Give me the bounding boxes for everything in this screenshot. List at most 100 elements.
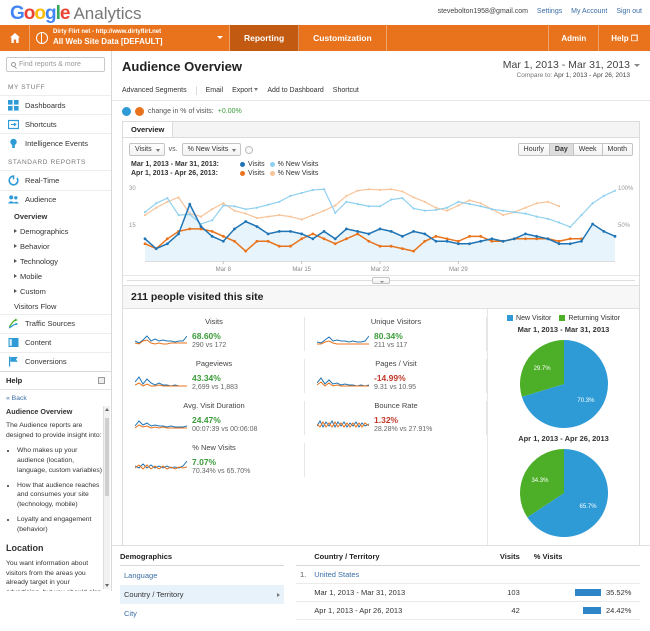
svg-text:100%: 100% bbox=[618, 186, 634, 192]
sidebar-item-conversions[interactable]: Conversions bbox=[0, 351, 111, 371]
scrollbar-thumb[interactable] bbox=[105, 418, 109, 496]
metric-change: 43.34% bbox=[192, 373, 221, 383]
sidebar-item-dashboards[interactable]: Dashboards bbox=[0, 95, 111, 114]
metric-pages-per-visit[interactable]: Pages / Visit -14.99% 9.31 vs 10.95 bbox=[305, 359, 487, 401]
metrics-row: Avg. Visit Duration 24.47% 00:07:39 vs 0… bbox=[123, 401, 487, 443]
sidebar-item-shortcuts[interactable]: Shortcuts bbox=[0, 114, 111, 133]
sparkline-icon bbox=[317, 335, 369, 345]
scroll-down-icon[interactable] bbox=[105, 584, 109, 587]
metric-percent-new-visits[interactable]: % New Visits 7.07% 70.34% vs 65.70% bbox=[123, 443, 305, 485]
export-button[interactable]: Export bbox=[232, 87, 259, 94]
chevron-down-icon bbox=[634, 64, 640, 67]
metric-secondary-select[interactable]: % New Visits bbox=[181, 143, 242, 156]
sidebar-subitem-overview[interactable]: Overview bbox=[0, 209, 111, 224]
segment-dot-orange[interactable] bbox=[135, 107, 144, 116]
content-icon bbox=[8, 337, 19, 348]
help-bullet: Who makes up your audience (location, la… bbox=[17, 446, 103, 476]
home-icon[interactable] bbox=[0, 25, 30, 51]
pie-legend-returning-visitor[interactable]: Returning Visitor bbox=[559, 315, 620, 322]
demographics-item-language[interactable]: Language bbox=[120, 566, 284, 585]
sidebar-item-content[interactable]: Content bbox=[0, 332, 111, 352]
sidebar-subitem-visitors-flow[interactable]: Visitors Flow bbox=[0, 299, 111, 314]
chevron-right-icon bbox=[14, 228, 17, 233]
sidebar-subitem-mobile[interactable]: Mobile bbox=[0, 269, 111, 284]
pie-legend-new-visitor[interactable]: New Visitor bbox=[507, 315, 551, 322]
vs-label: vs. bbox=[168, 146, 178, 153]
slider-handle[interactable] bbox=[372, 277, 390, 284]
legend-item[interactable]: Visits bbox=[240, 161, 265, 168]
compare-label: Compare to: bbox=[516, 72, 553, 79]
sidebar-subitem-behavior[interactable]: Behavior bbox=[0, 239, 111, 254]
property-selector[interactable]: Dirty Flirt net - http://www.dirtyflirt.… bbox=[30, 25, 230, 51]
granularity-hourly[interactable]: Hourly bbox=[518, 144, 550, 155]
demographics-item-city[interactable]: City bbox=[120, 604, 284, 623]
row-country[interactable]: United States bbox=[310, 565, 477, 584]
svg-text:15: 15 bbox=[129, 223, 136, 229]
google-logo[interactable]: Google Analytics bbox=[10, 3, 142, 25]
row-pct bbox=[523, 565, 640, 584]
legend-item[interactable]: Visits bbox=[240, 170, 265, 177]
admin-link[interactable]: Admin bbox=[549, 25, 600, 51]
analytics-app: Google Analytics stevebolton1958@gmail.co… bbox=[0, 0, 650, 620]
metric-visits[interactable]: Visits 68.60% 290 vs 172 bbox=[123, 317, 305, 359]
help-link[interactable]: Help ❐ bbox=[599, 25, 650, 51]
help-header: Help bbox=[0, 372, 111, 390]
metric-primary-select[interactable]: Visits bbox=[129, 143, 165, 156]
sign-out-link[interactable]: Sign out bbox=[616, 8, 642, 15]
legend-item[interactable]: % New Visits bbox=[269, 170, 318, 177]
minimize-icon[interactable] bbox=[98, 377, 105, 384]
table-col-visits[interactable]: Visits bbox=[476, 552, 524, 566]
table-row[interactable]: 1. United States bbox=[296, 565, 640, 584]
add-to-dashboard-button[interactable]: Add to Dashboard bbox=[267, 87, 323, 94]
svg-text:Mar 15: Mar 15 bbox=[292, 267, 311, 273]
granularity-day[interactable]: Day bbox=[549, 144, 574, 155]
metric-compare: 70.34% vs 65.70% bbox=[192, 468, 251, 475]
email-button[interactable]: Email bbox=[206, 87, 224, 94]
segment-dot-blue[interactable] bbox=[122, 107, 131, 116]
sidebar-item-intelligence-events[interactable]: Intelligence Events bbox=[0, 133, 111, 152]
product-name: Analytics bbox=[73, 4, 142, 23]
metric-unique-visitors[interactable]: Unique Visitors 80.34% 211 vs 117 bbox=[305, 317, 487, 359]
traffic-icon bbox=[8, 318, 19, 329]
pct-bar bbox=[583, 607, 601, 614]
settings-link[interactable]: Settings bbox=[537, 8, 562, 15]
chevron-right-icon bbox=[14, 288, 17, 293]
help-scrollbar[interactable] bbox=[103, 406, 110, 589]
metric-pageviews[interactable]: Pageviews 43.34% 2,699 vs 1,883 bbox=[123, 359, 305, 401]
line-chart[interactable]: 30 15 100% 50% Mar 8 Mar 15 Mar 22 Mar 29 bbox=[123, 181, 639, 275]
metric-bounce-rate[interactable]: Bounce Rate 1.32% 28.28% vs 27.91% bbox=[305, 401, 487, 443]
chart-date-slider[interactable] bbox=[123, 275, 639, 285]
remove-metric-button[interactable] bbox=[245, 145, 254, 154]
sidebar-item-traffic-sources[interactable]: Traffic Sources bbox=[0, 313, 111, 333]
table-row[interactable]: Mar 1, 2013 - Mar 31, 2013 103 35.52% bbox=[296, 583, 640, 602]
table-col-country[interactable]: Country / Territory bbox=[310, 552, 477, 566]
advanced-segments-button[interactable]: Advanced Segments bbox=[122, 87, 187, 94]
pie-chart-compare[interactable]: 65.7% 34.3% bbox=[516, 445, 612, 541]
sidebar-item-real-time[interactable]: Real-Time bbox=[0, 170, 111, 189]
table-row[interactable]: Apr 1, 2013 - Apr 26, 2013 42 24.42% bbox=[296, 601, 640, 620]
date-range-selector[interactable]: Mar 1, 2013 - Mar 31, 2013 Compare to: A… bbox=[503, 59, 640, 79]
sparkline-icon bbox=[135, 335, 187, 345]
scroll-up-icon[interactable] bbox=[105, 408, 109, 411]
metric-compare: 9.31 vs 10.95 bbox=[374, 384, 417, 391]
table-col-pct-visits[interactable]: % Visits bbox=[523, 552, 640, 566]
row-period: Apr 1, 2013 - Apr 26, 2013 bbox=[310, 601, 477, 620]
granularity-week[interactable]: Week bbox=[573, 144, 603, 155]
chart-legend: Mar 1, 2013 - Mar 31, 2013: Visits % New… bbox=[123, 161, 639, 181]
pie-chart-primary[interactable]: 70.3% 29.7% bbox=[516, 336, 612, 432]
metric-avg-visit-duration[interactable]: Avg. Visit Duration 24.47% 00:07:39 vs 0… bbox=[123, 401, 305, 443]
shortcut-button[interactable]: Shortcut bbox=[333, 87, 359, 94]
sidebar-subitem-custom[interactable]: Custom bbox=[0, 284, 111, 299]
legend-item[interactable]: % New Visits bbox=[269, 161, 318, 168]
sidebar-item-audience[interactable]: Audience bbox=[0, 189, 111, 209]
help-back-link[interactable]: « Back bbox=[6, 395, 27, 402]
my-account-link[interactable]: My Account bbox=[571, 8, 607, 15]
tab-overview[interactable]: Overview bbox=[123, 122, 174, 137]
sidebar-subitem-demographics[interactable]: Demographics bbox=[0, 224, 111, 239]
tab-customization[interactable]: Customization bbox=[299, 25, 387, 51]
search-input[interactable]: Find reports & more bbox=[6, 57, 105, 72]
tab-reporting[interactable]: Reporting bbox=[230, 25, 300, 51]
sidebar-subitem-technology[interactable]: Technology bbox=[0, 254, 111, 269]
granularity-month[interactable]: Month bbox=[602, 144, 632, 155]
demographics-item-country[interactable]: Country / Territory bbox=[120, 585, 284, 604]
